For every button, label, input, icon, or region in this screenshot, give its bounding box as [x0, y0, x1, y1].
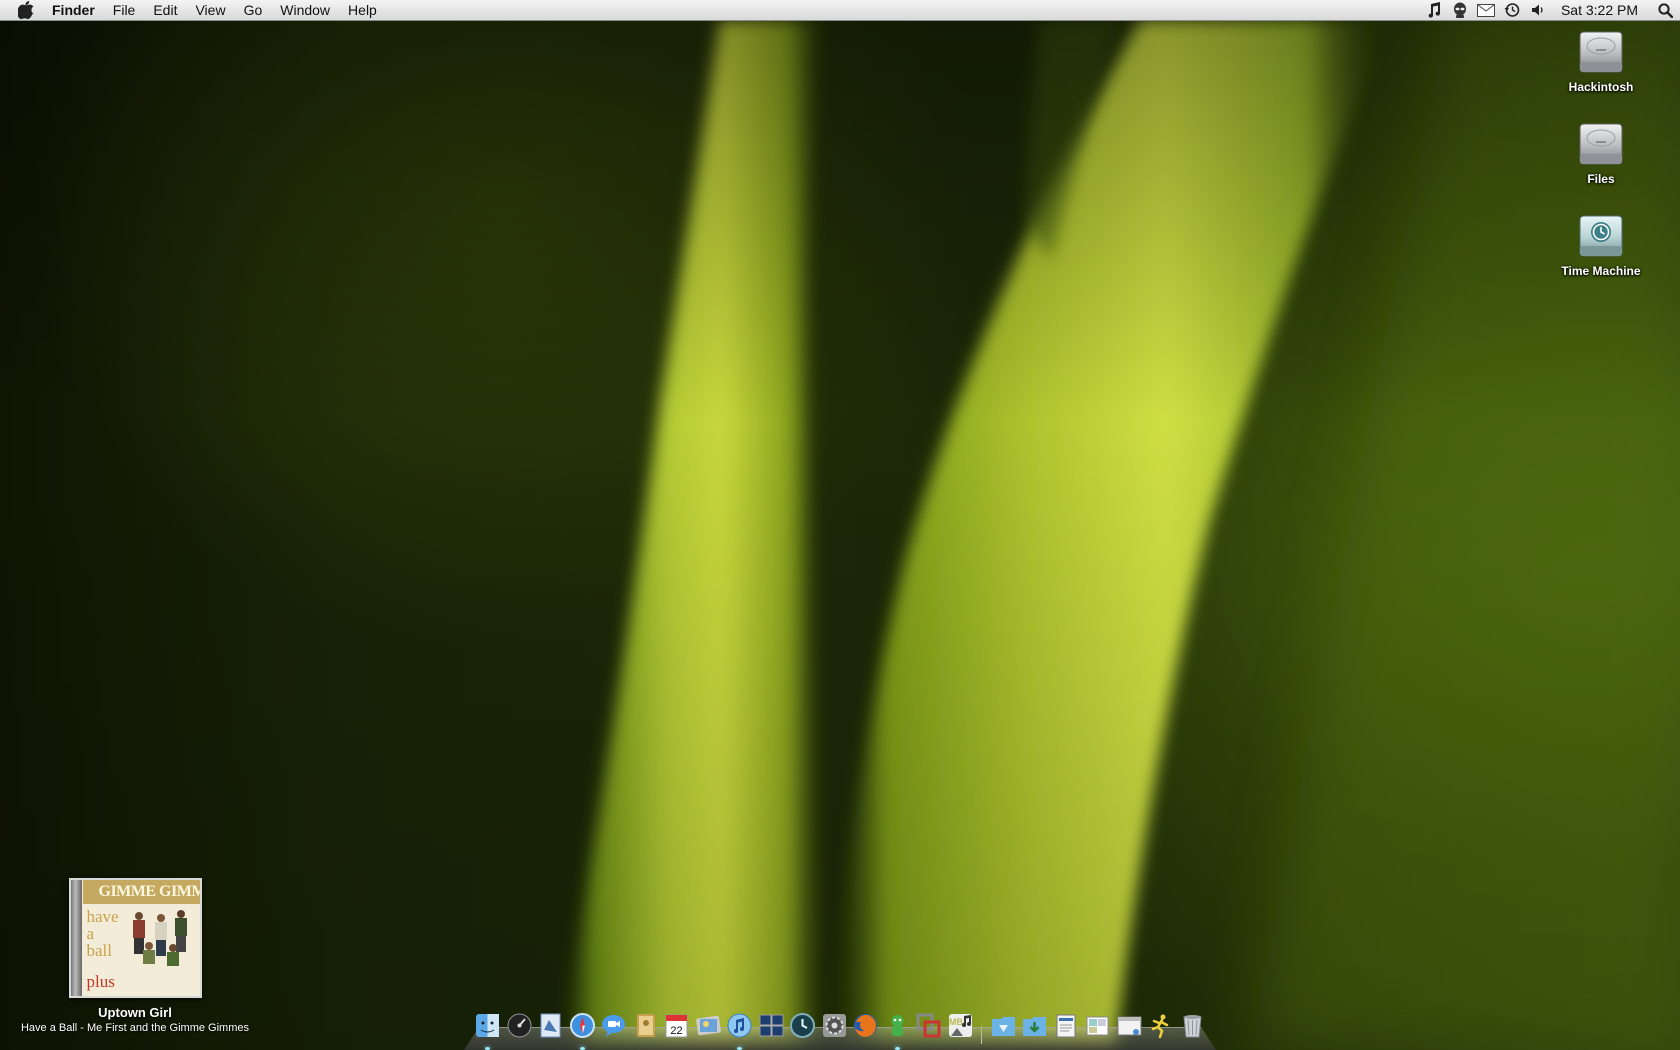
time-machine-icon [790, 1013, 816, 1038]
cd-case-spine [70, 880, 82, 996]
desktop-icon-label: Time Machine [1561, 264, 1641, 278]
itunes-icon [727, 1013, 752, 1038]
spotlight-search-icon[interactable] [1650, 2, 1680, 18]
mail-stamp-icon [540, 1013, 561, 1038]
dock-item-itunes[interactable] [726, 1012, 753, 1050]
desktop-icon-files[interactable]: Files [1551, 120, 1651, 186]
dock-item-window-stack[interactable] [1116, 1012, 1143, 1044]
dock-separator [981, 1020, 983, 1044]
dock-item-musicbrainz-picard[interactable]: MB [947, 1012, 974, 1044]
dock-item-time-machine[interactable] [789, 1012, 816, 1044]
desktop-icon-label: Files [1587, 172, 1615, 186]
menu-extras: Sat 3:22 PM [1421, 0, 1680, 21]
hard-drive-icon [1579, 31, 1623, 73]
menu-clock[interactable]: Sat 3:22 PM [1551, 2, 1650, 18]
dock-item-pictures-stack[interactable] [1084, 1012, 1111, 1044]
album-art-title: GIMME GIMMES [82, 880, 200, 904]
dock-item-mail-stamp[interactable] [537, 1012, 564, 1044]
ichat-icon [602, 1015, 626, 1037]
album-artwork[interactable]: GIMME GIMMES have a ball plus [68, 878, 202, 998]
time-machine-icon[interactable] [1499, 0, 1525, 21]
iphoto-icon [695, 1015, 721, 1036]
dock-item-ichat[interactable] [600, 1012, 627, 1044]
mail-icon[interactable] [1473, 0, 1499, 21]
menu-bar: Finder File Edit View Go Window Help Sat… [0, 0, 1680, 21]
music-note-icon[interactable] [1421, 0, 1447, 21]
adium-icon [891, 1015, 904, 1036]
desktop[interactable]: Finder File Edit View Go Window Help Sat… [0, 0, 1680, 1050]
svg-text:22: 22 [670, 1025, 682, 1037]
running-man-icon [1152, 1014, 1169, 1039]
band-photo-image [132, 910, 187, 966]
window-stack-icon [1117, 1016, 1142, 1036]
now-playing-album-artist: Have a Ball - Me First and the Gimme Gim… [20, 1022, 249, 1034]
dock-item-iphoto[interactable] [695, 1012, 722, 1044]
alien-head-icon[interactable] [1447, 0, 1473, 21]
dashboard-icon [507, 1013, 532, 1038]
firefox-icon [854, 1014, 878, 1037]
dock-item-trash[interactable] [1179, 1012, 1206, 1044]
menu-help[interactable]: Help [339, 0, 386, 21]
dock: 22 MB [464, 1006, 1216, 1050]
dock-items: 22 MB [474, 1008, 1206, 1050]
dock-item-firefox[interactable] [852, 1012, 879, 1044]
menu-view[interactable]: View [186, 0, 234, 21]
vmware-icon [916, 1013, 941, 1038]
desktop-icon-hackintosh[interactable]: Hackintosh [1551, 28, 1651, 94]
svg-text:MB: MB [949, 1017, 963, 1027]
spaces-icon [759, 1014, 784, 1037]
menu-window[interactable]: Window [271, 0, 339, 21]
album-art-plus: plus [86, 972, 115, 991]
volume-icon[interactable] [1525, 0, 1551, 21]
dock-item-finder[interactable] [474, 1012, 501, 1050]
menu-file[interactable]: File [104, 0, 145, 21]
now-playing-song: Uptown Girl [98, 1005, 172, 1020]
dock-item-applications-folder[interactable] [990, 1012, 1017, 1044]
album-art-words: have a ball [86, 907, 119, 960]
trash-icon [1183, 1015, 1202, 1038]
dock-item-downloads-folder[interactable] [1021, 1012, 1048, 1044]
system-preferences-icon [822, 1014, 846, 1037]
desktop-icon-label: Hackintosh [1568, 80, 1634, 94]
dock-item-spaces[interactable] [758, 1012, 785, 1044]
dock-item-address-book[interactable] [632, 1012, 659, 1044]
dock-item-running-man[interactable] [1147, 1012, 1174, 1044]
dock-item-vmware[interactable] [915, 1012, 942, 1044]
dock-item-system-preferences[interactable] [821, 1012, 848, 1044]
safari-icon [569, 1013, 595, 1038]
menu-finder[interactable]: Finder [52, 0, 104, 21]
time-machine-drive-icon [1579, 215, 1623, 257]
hard-drive-icon [1579, 123, 1623, 165]
dock-item-ical[interactable]: 22 [663, 1012, 690, 1044]
pictures-stack-icon [1086, 1016, 1109, 1036]
desktop-icon-time-machine[interactable]: Time Machine [1551, 212, 1651, 278]
applications-folder-icon [991, 1017, 1015, 1036]
itunes-now-playing-widget[interactable]: GIMME GIMMES have a ball plus Uptown Gir… [10, 878, 260, 1034]
musicbrainz-picard-icon: MB [948, 1014, 972, 1037]
menu-go[interactable]: Go [235, 0, 272, 21]
dock-item-dashboard[interactable] [506, 1012, 533, 1044]
address-book-icon [636, 1014, 655, 1037]
ical-icon: 22 [665, 1014, 688, 1038]
apple-menu-icon[interactable] [18, 1, 36, 19]
menu-edit[interactable]: Edit [144, 0, 186, 21]
documents-stack-icon [1056, 1014, 1076, 1038]
dock-item-safari[interactable] [569, 1012, 596, 1050]
dock-item-documents-stack[interactable] [1053, 1012, 1080, 1044]
finder-icon [476, 1014, 499, 1037]
downloads-folder-icon [1023, 1017, 1047, 1036]
dock-item-adium[interactable] [884, 1012, 911, 1050]
